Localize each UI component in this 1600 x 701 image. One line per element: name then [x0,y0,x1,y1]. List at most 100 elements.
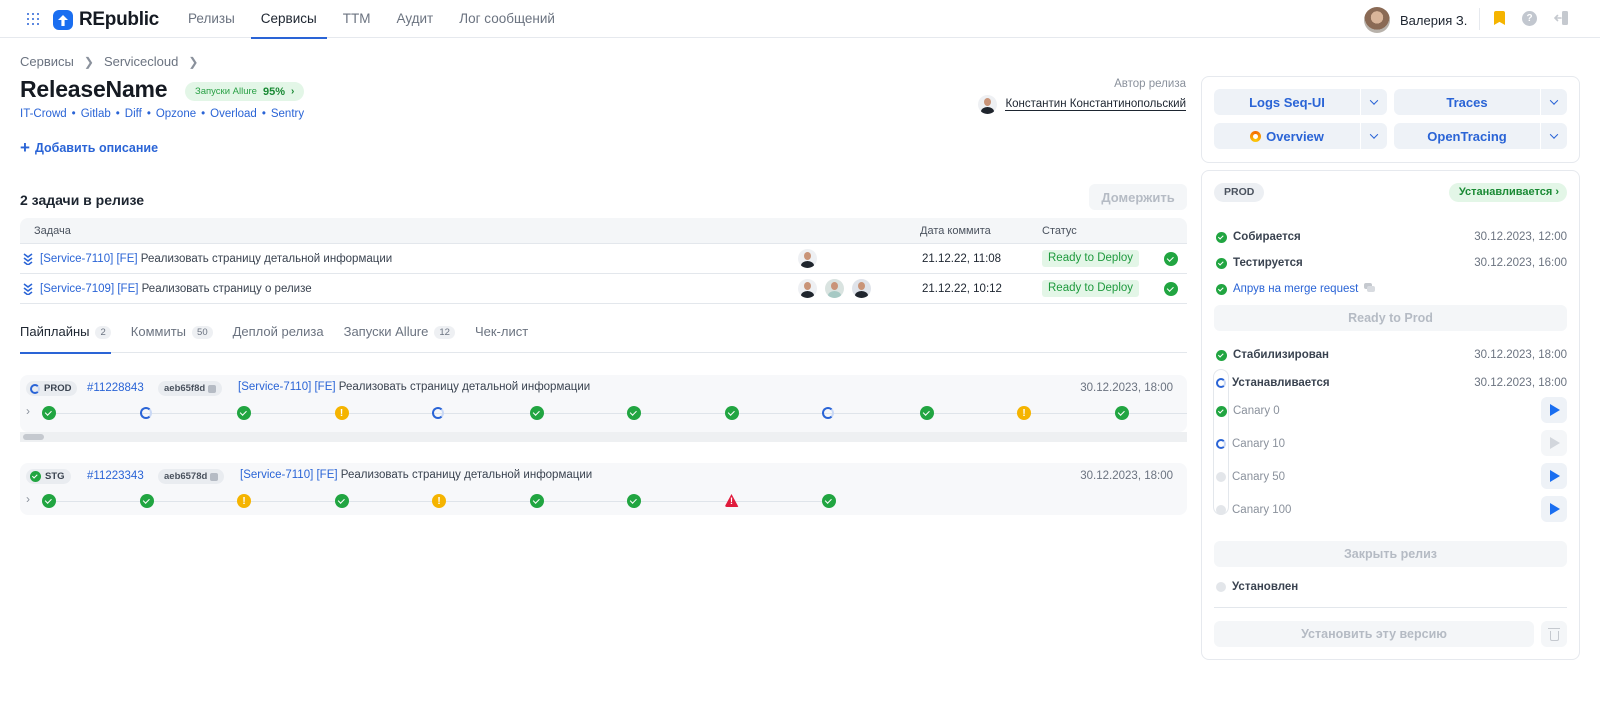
run-canary-100-button[interactable] [1541,496,1567,522]
task-key[interactable]: [Service-7109] [FE] [40,283,138,295]
task-title[interactable]: [Service-7110] [FE] Реализовать страницу… [40,253,392,265]
pipeline-stage[interactable]: ! [432,494,446,508]
mr-approval-link[interactable]: Апрув на merge request [1233,283,1358,295]
install-this-version-button[interactable]: Установить эту версию [1214,621,1534,647]
priority-highest-icon [23,283,33,296]
run-canary-10-button[interactable] [1541,430,1567,456]
pipeline-stage[interactable] [42,406,56,420]
run-canary-50-button[interactable] [1541,463,1567,489]
commit-sha[interactable]: aeb6578d [158,469,225,484]
tab-allure-runs[interactable]: Запуски Allure 12 [344,324,455,353]
assignee-avatar [852,279,871,298]
pipeline-stage[interactable] [139,406,152,419]
table-row[interactable]: [Service-7110] [FE] Реализовать страницу… [20,244,1187,274]
link-overload[interactable]: Overload [210,108,257,120]
pipeline-stage[interactable]: ! [1017,406,1031,420]
plus-icon: + [20,138,30,157]
nav-item-services[interactable]: Сервисы [250,0,327,39]
pipeline-stage[interactable] [725,494,739,507]
expand-chevron-icon[interactable]: › [26,404,30,418]
tab-checklist[interactable]: Чек-лист [475,324,528,353]
check-circle-icon [822,494,836,508]
pipeline-stage[interactable] [139,494,154,508]
logs-seq-ui-button[interactable]: Logs Seq-UI [1214,89,1360,115]
allure-runs-badge[interactable]: Запуски Allure 95% › [185,82,305,101]
opentracing-dropdown[interactable] [1541,123,1567,149]
copy-icon[interactable] [208,384,217,393]
link-it-crowd[interactable]: IT-Crowd [20,108,67,120]
breadcrumb: Сервисы ❯ Servicecloud ❯ [20,54,198,69]
tab-release-deploy[interactable]: Деплой релиза [233,324,324,353]
step-mr-approval: Апрув на merge request [1216,280,1567,298]
author-name[interactable]: Константин Константинопольский [1005,98,1186,111]
ready-to-prod-button[interactable]: Ready to Prod [1214,305,1567,331]
pipeline-stage[interactable] [42,494,56,508]
pipeline-stage[interactable] [724,406,739,420]
check-circle-icon [1216,257,1227,269]
pipeline-stage[interactable]: ! [237,494,251,508]
release-author-label: Автор релиза [1114,78,1186,90]
nav-item-message-log[interactable]: Лог сообщений [449,0,565,38]
help-icon[interactable]: ? [1522,10,1537,26]
quick-links-card: Logs Seq-UI Traces Overview OpenTracing [1201,76,1580,163]
nav-item-releases[interactable]: Релизы [178,0,245,38]
tab-pipelines[interactable]: Пайплайны 2 [20,324,111,354]
step-installed: Установлен [1216,578,1567,596]
app-logo[interactable]: REpublic [53,9,159,31]
pipeline-stage[interactable] [334,494,349,508]
link-diff[interactable]: Diff [125,108,142,120]
link-gitlab[interactable]: Gitlab [81,108,111,120]
check-circle-icon [724,406,739,420]
scrollbar-thumb[interactable] [23,434,44,440]
status-badge: Ready to Deploy [1042,250,1140,267]
user-menu[interactable]: Валерия З. [1364,7,1467,33]
task-key[interactable]: [Service-7110] [FE] [40,253,138,265]
overview-dropdown[interactable] [1361,123,1387,149]
traces-button[interactable]: Traces [1394,89,1540,115]
pipeline-stage[interactable] [529,494,544,508]
overview-button[interactable]: Overview [1214,123,1360,149]
canary-step: Canary 50 [1216,468,1567,486]
bookmark-icon[interactable] [1494,11,1505,25]
table-row[interactable]: [Service-7109] [FE] Реализовать страницу… [20,274,1187,304]
breadcrumb-services[interactable]: Сервисы [20,54,74,69]
sha-text: aeb6578d [164,471,208,482]
task-key[interactable]: [Service-7110] [FE] [240,469,338,481]
task-key[interactable]: [Service-7110] [FE] [238,381,336,393]
delete-button[interactable] [1541,621,1567,647]
breadcrumb-servicecloud[interactable]: Servicecloud [104,54,178,69]
close-release-button[interactable]: Закрыть релиз [1214,541,1567,567]
release-author[interactable]: Константин Константинопольский [978,95,1186,114]
pipeline-stage[interactable] [1114,406,1129,420]
nav-item-audit[interactable]: Аудит [386,0,443,38]
nav-item-ttm[interactable]: TTM [333,0,381,38]
commit-sha[interactable]: aeb65f8d [158,381,223,396]
link-sentry[interactable]: Sentry [271,108,304,120]
expand-chevron-icon[interactable]: › [26,492,30,506]
pipeline-stage[interactable] [822,406,834,419]
task-title[interactable]: [Service-7109] [FE] Реализовать страницу… [40,283,312,295]
pipeline-stage[interactable] [627,406,641,420]
link-opzone[interactable]: Opzone [156,108,196,120]
horizontal-scrollbar[interactable] [20,432,1187,442]
pipeline-id-link[interactable]: #11223343 [87,470,144,482]
merge-remaining-button[interactable]: Домержить [1089,184,1187,210]
opentracing-button[interactable]: OpenTracing [1394,123,1540,149]
apps-grid-icon[interactable] [27,13,39,25]
copy-icon[interactable] [210,472,219,481]
traces-dropdown[interactable] [1541,89,1567,115]
pipeline-stage[interactable] [529,406,544,420]
deploy-status-badge[interactable]: Устанавливается › [1448,183,1567,202]
pipeline-stage[interactable] [237,406,251,420]
pipeline-stage[interactable] [919,406,934,420]
pipeline-stage[interactable] [822,494,836,508]
pipeline-stage[interactable] [627,494,641,508]
logs-seq-ui-dropdown[interactable] [1361,89,1387,115]
logout-icon[interactable] [1553,10,1570,26]
pipeline-stage[interactable] [432,406,444,419]
add-description-button[interactable]: + Добавить описание [20,138,158,157]
pipeline-id-link[interactable]: #11228843 [87,382,144,394]
tab-commits[interactable]: Коммиты 50 [131,324,213,353]
run-canary-0-button[interactable] [1541,397,1567,423]
pipeline-stage[interactable]: ! [334,406,349,420]
